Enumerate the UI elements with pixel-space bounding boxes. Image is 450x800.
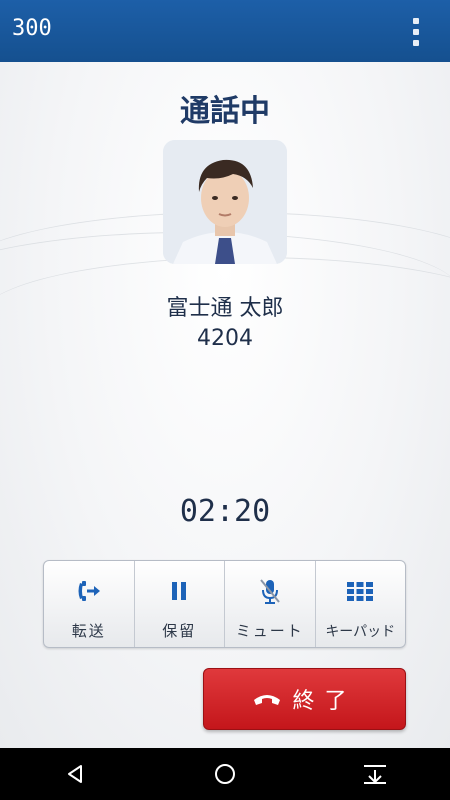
call-action-bar: 転送 保留 ミュート キーパッド: [43, 560, 406, 648]
transfer-button[interactable]: 転送: [44, 561, 134, 647]
end-call-button[interactable]: 終了: [203, 668, 406, 730]
overflow-menu-icon[interactable]: [412, 18, 420, 46]
download-tray-icon: [364, 765, 386, 784]
keypad-button[interactable]: キーパッド: [314, 561, 406, 647]
call-screen: 通話中 富士通 太郎 4204 02:20 転送 保留 ミュート キーパッド 終…: [0, 62, 450, 748]
keypad-label: キーパッド: [325, 624, 396, 640]
system-nav-bar: [0, 748, 450, 800]
mute-button[interactable]: ミュート: [224, 561, 315, 647]
extension-number: 300: [12, 16, 52, 41]
caller-number: 4204: [197, 326, 253, 351]
home-icon: [215, 764, 235, 784]
hang-up-icon: [254, 695, 281, 705]
hold-label: 保留: [162, 622, 197, 640]
caller-name: 富士通 太郎: [166, 296, 284, 321]
mic-mute-icon: [259, 579, 280, 604]
call-status: 通話中: [180, 94, 270, 129]
app-header: 300: [0, 0, 450, 62]
keypad-icon: [347, 582, 374, 601]
transfer-label: 転送: [71, 622, 106, 640]
pause-icon: [172, 582, 187, 600]
caller-avatar: [163, 140, 287, 264]
home-button[interactable]: [195, 748, 255, 800]
end-call-label: 終了: [292, 689, 357, 714]
mute-label: ミュート: [235, 622, 304, 640]
back-button[interactable]: [45, 748, 105, 800]
hold-button[interactable]: 保留: [133, 561, 225, 647]
hide-keyboard-button[interactable]: [345, 748, 405, 800]
call-duration: 02:20: [179, 494, 271, 529]
back-icon: [68, 765, 82, 783]
call-transfer-icon: [78, 581, 100, 601]
